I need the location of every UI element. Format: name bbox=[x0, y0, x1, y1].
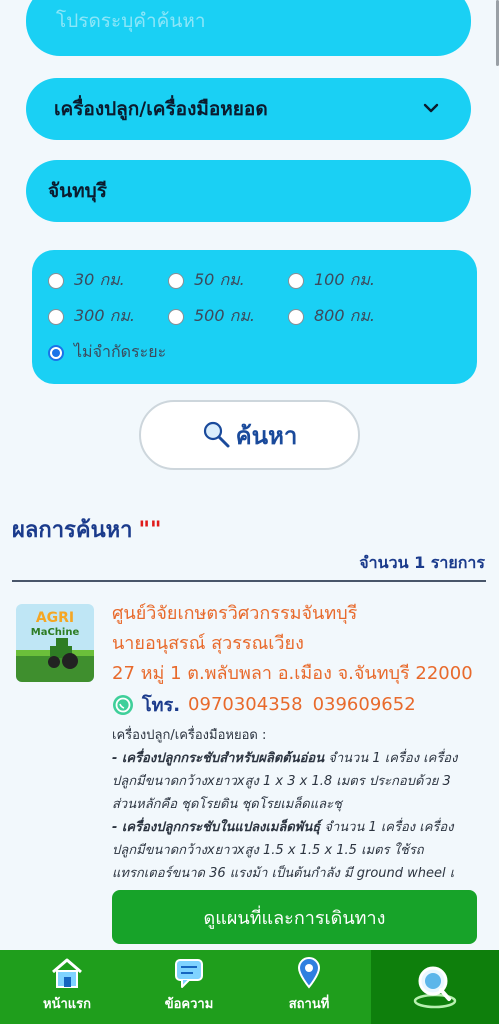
radius-option-label: 800 กม. bbox=[314, 306, 375, 325]
results-title: ผลการค้นหา "" bbox=[12, 512, 161, 547]
results-query: "" bbox=[138, 518, 162, 543]
location-pin-icon bbox=[297, 957, 321, 989]
nav-home[interactable]: หน้าแรก bbox=[22, 950, 112, 1024]
result-description: เครื่องปลูก/เครื่องมือหยอด : - เครื่องปล… bbox=[112, 724, 474, 880]
phone-icon bbox=[113, 694, 133, 715]
nav-map-search[interactable] bbox=[371, 950, 499, 1024]
radius-option-300[interactable]: 300 กม. bbox=[48, 304, 135, 329]
result-contact: นายอนุสรณ์ สุวรรณเวียง bbox=[112, 633, 304, 654]
radius-options-panel: 30 กม. 50 กม. 100 กม. 300 กม. 500 กม. 80… bbox=[32, 250, 477, 384]
desc-item-2-title: - เครื่องปลูกกระชับในแปลงเมล็ดพันธุ์ bbox=[112, 820, 321, 835]
chevron-down-icon bbox=[423, 103, 439, 113]
radius-option-label: 500 กม. bbox=[194, 306, 255, 325]
desc-item-1-title: - เครื่องปลูกกระชับสำหรับผลิตต้นอ่อน bbox=[112, 751, 325, 766]
magnifier-icon bbox=[203, 421, 230, 448]
result-address: 27 หมู่ 1 ต.พลับพลา อ.เมือง จ.จันทบุรี 2… bbox=[112, 663, 473, 684]
radio-button-selected[interactable] bbox=[48, 344, 64, 361]
phone-row: โทร. 0970304358 039609652 bbox=[112, 690, 426, 719]
logo-text-agri: AGRI bbox=[36, 610, 74, 626]
desc-item-1: - เครื่องปลูกกระชับสำหรับผลิตต้นอ่อน จำน… bbox=[112, 747, 474, 816]
desc-heading: เครื่องปลูก/เครื่องมือหยอด : bbox=[112, 728, 267, 743]
radio-button[interactable] bbox=[288, 272, 304, 289]
category-select[interactable]: เครื่องปลูก/เครื่องมือหยอด bbox=[26, 78, 471, 140]
nav-home-label: หน้าแรก bbox=[43, 997, 91, 1012]
logo-text-machine: MaChine bbox=[31, 627, 80, 638]
results-title-text: ผลการค้นหา bbox=[12, 518, 133, 543]
radio-button[interactable] bbox=[168, 272, 184, 289]
radius-option-label: 100 กม. bbox=[314, 270, 375, 289]
phone-label: โทร. bbox=[142, 695, 181, 716]
results-count: จำนวน 1 รายการ bbox=[359, 553, 485, 572]
radius-option-label: 300 กม. bbox=[74, 306, 135, 325]
radius-option-label: 50 กม. bbox=[194, 270, 245, 289]
category-selected-label: เครื่องปลูก/เครื่องมือหยอด bbox=[54, 98, 268, 120]
radius-option-label: ไม่จำกัดระยะ bbox=[74, 342, 167, 361]
bottom-nav: หน้าแรก ข้อความ สถานที่ bbox=[0, 950, 499, 1024]
radius-option-800[interactable]: 800 กม. bbox=[288, 304, 375, 329]
phone-number-1[interactable]: 0970304358 bbox=[188, 694, 303, 715]
province-value: จันทบุรี bbox=[48, 180, 107, 202]
message-icon bbox=[175, 959, 203, 988]
result-logo: AGRI MaChine bbox=[16, 604, 94, 682]
nav-locations[interactable]: สถานที่ bbox=[264, 950, 354, 1024]
radio-button[interactable] bbox=[288, 308, 304, 325]
phone-number-2[interactable]: 039609652 bbox=[313, 694, 416, 715]
result-name[interactable]: ศูนย์วิจัยเกษตรวิศวกรรมจันทบุรี bbox=[112, 598, 357, 627]
radio-button[interactable] bbox=[48, 308, 64, 325]
nav-messages[interactable]: ข้อความ bbox=[144, 950, 234, 1024]
nav-locations-label: สถานที่ bbox=[288, 997, 330, 1012]
search-field[interactable] bbox=[26, 0, 471, 56]
radio-button[interactable] bbox=[168, 308, 184, 325]
radius-option-label: 30 กม. bbox=[74, 270, 125, 289]
search-input[interactable] bbox=[54, 9, 418, 33]
nav-messages-label: ข้อความ bbox=[164, 997, 214, 1012]
radius-option-100[interactable]: 100 กม. bbox=[288, 268, 375, 293]
province-field[interactable]: จันทบุรี bbox=[26, 160, 471, 222]
map-directions-button[interactable]: ดูแผนที่และการเดินทาง bbox=[112, 890, 477, 944]
radius-option-30[interactable]: 30 กม. bbox=[48, 268, 125, 293]
divider bbox=[12, 580, 486, 582]
desc-item-2: - เครื่องปลูกกระชับในแปลงเมล็ดพันธุ์ จำน… bbox=[112, 816, 474, 880]
map-search-icon bbox=[413, 966, 457, 1009]
radius-option-500[interactable]: 500 กม. bbox=[168, 304, 255, 329]
search-button[interactable]: ค้นหา bbox=[139, 400, 360, 470]
radio-button[interactable] bbox=[48, 272, 64, 289]
home-icon bbox=[52, 958, 82, 988]
radius-option-unlimited[interactable]: ไม่จำกัดระยะ bbox=[48, 340, 166, 365]
search-button-label: ค้นหา bbox=[235, 421, 298, 450]
radius-option-50[interactable]: 50 กม. bbox=[168, 268, 245, 293]
